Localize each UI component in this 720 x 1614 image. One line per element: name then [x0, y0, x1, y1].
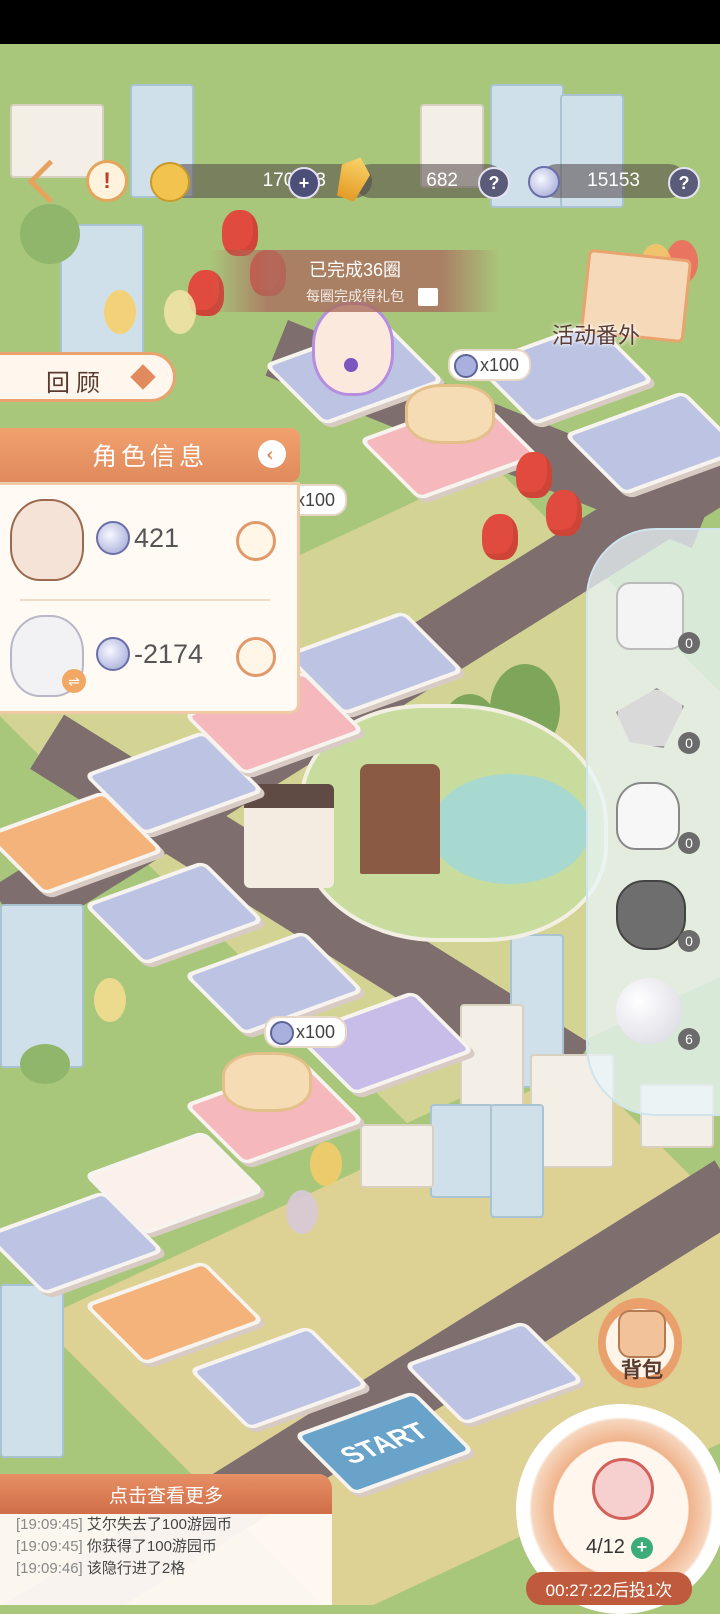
laps-text: 已完成36圈: [308, 260, 402, 280]
log-header[interactable]: 点击查看更多: [0, 1474, 332, 1514]
balloon: [310, 1142, 342, 1186]
building: [430, 1104, 494, 1198]
coin-icon: [96, 637, 130, 671]
tree: [20, 204, 80, 264]
item-slot[interactable]: 0: [616, 782, 700, 854]
panel-body: 421 ⇌ -2174: [0, 482, 300, 714]
lantern-icon: [516, 452, 552, 498]
coin-icon: [270, 1021, 294, 1045]
building: [0, 1284, 64, 1458]
item-slot[interactable]: 0: [616, 582, 700, 654]
gold-coin-icon: [150, 162, 190, 202]
token-coin-icon: [528, 166, 560, 198]
review-button[interactable]: 回顾: [0, 352, 176, 402]
balloon: [94, 978, 126, 1022]
coin-icon: [96, 521, 130, 555]
activity-label[interactable]: 活动番外: [552, 318, 640, 350]
tile-reward-tag: x100: [264, 1016, 348, 1048]
tile-reward-tag: x100: [448, 349, 532, 381]
event-log[interactable]: 点击查看更多 [19:09:45] 艾尔失去了100游园币 [19:09:45]…: [0, 1474, 332, 1605]
building: [460, 1004, 524, 1108]
swap-icon[interactable]: ⇌: [62, 669, 86, 693]
collapse-panel-button[interactable]: ‹: [258, 440, 286, 468]
gem-help-button[interactable]: ?: [478, 167, 510, 199]
backpack-icon: [618, 1310, 666, 1358]
role-info-panel: 角色信息 ‹ 421 ⇌ -2174: [0, 428, 302, 714]
item-slot[interactable]: 0: [616, 682, 700, 754]
role-coin-value: -2174: [96, 637, 203, 671]
flower-icon: [592, 1458, 654, 1520]
lantern-icon: [546, 490, 582, 536]
dice-icon: [616, 582, 684, 650]
bun-icon: [236, 637, 276, 677]
panel-header: 角色信息 ‹: [0, 428, 300, 482]
lantern-icon: [482, 514, 518, 560]
laps-sub-text: 每圈完成得礼包: [306, 288, 404, 304]
role-row[interactable]: 421: [0, 485, 296, 595]
mooncake-icon: [405, 384, 495, 444]
role-row[interactable]: ⇌ -2174: [0, 601, 296, 711]
balloon: [164, 290, 196, 334]
balloon: [104, 290, 136, 334]
pond: [430, 774, 590, 884]
glove-icon: [616, 782, 680, 850]
token-counter: 15153: [540, 164, 686, 198]
snowball-icon: [616, 978, 682, 1044]
dice-timer: 00:27:22后投1次: [526, 1572, 692, 1605]
token-help-button[interactable]: ?: [668, 167, 700, 199]
lap-progress-banner[interactable]: 已完成36圈 每圈完成得礼包: [210, 250, 500, 312]
balloon: [286, 1190, 318, 1234]
backpack-button[interactable]: 背包: [598, 1298, 682, 1388]
back-arrow-icon: [27, 159, 72, 204]
add-dice-button[interactable]: +: [630, 1536, 653, 1559]
item-slot[interactable]: 0: [616, 880, 700, 952]
panel-title: 角色信息: [91, 442, 208, 471]
status-bar: [0, 0, 720, 44]
player-marker-icon: [344, 358, 358, 372]
house: [244, 784, 334, 888]
bun-icon: [236, 521, 276, 561]
building: [360, 1124, 434, 1188]
back-button[interactable]: [22, 159, 72, 204]
log-line: [19:09:45] 艾尔失去了100游园币: [16, 1516, 232, 1533]
coin-icon: [454, 354, 478, 378]
role-avatar: [10, 499, 84, 581]
building: [490, 1104, 544, 1218]
backpack-label: 背包: [621, 1357, 663, 1382]
dice-counter: 4/12 +: [586, 1536, 653, 1559]
log-line: [19:09:46] 该隐行进了2格: [16, 1560, 186, 1577]
pavilion: [360, 764, 440, 874]
tree: [20, 1044, 70, 1084]
diamond-arrow-icon: [130, 364, 156, 390]
role-coin-value: 421: [96, 521, 179, 555]
sack-icon: [616, 880, 686, 950]
bent-arrow-icon: [616, 688, 684, 748]
item-slot[interactable]: 6: [616, 978, 700, 1050]
gift-icon[interactable]: [418, 288, 438, 306]
mooncake-icon: [222, 1052, 312, 1112]
review-label: 回顾: [46, 369, 106, 397]
log-line: [19:09:45] 你获得了100游园币: [16, 1538, 217, 1555]
item-sidebar: 0 0 0 0 6: [586, 528, 720, 1116]
player-avatar[interactable]: [312, 302, 394, 396]
add-gold-button[interactable]: +: [288, 167, 320, 199]
alert-icon[interactable]: !: [86, 160, 128, 202]
